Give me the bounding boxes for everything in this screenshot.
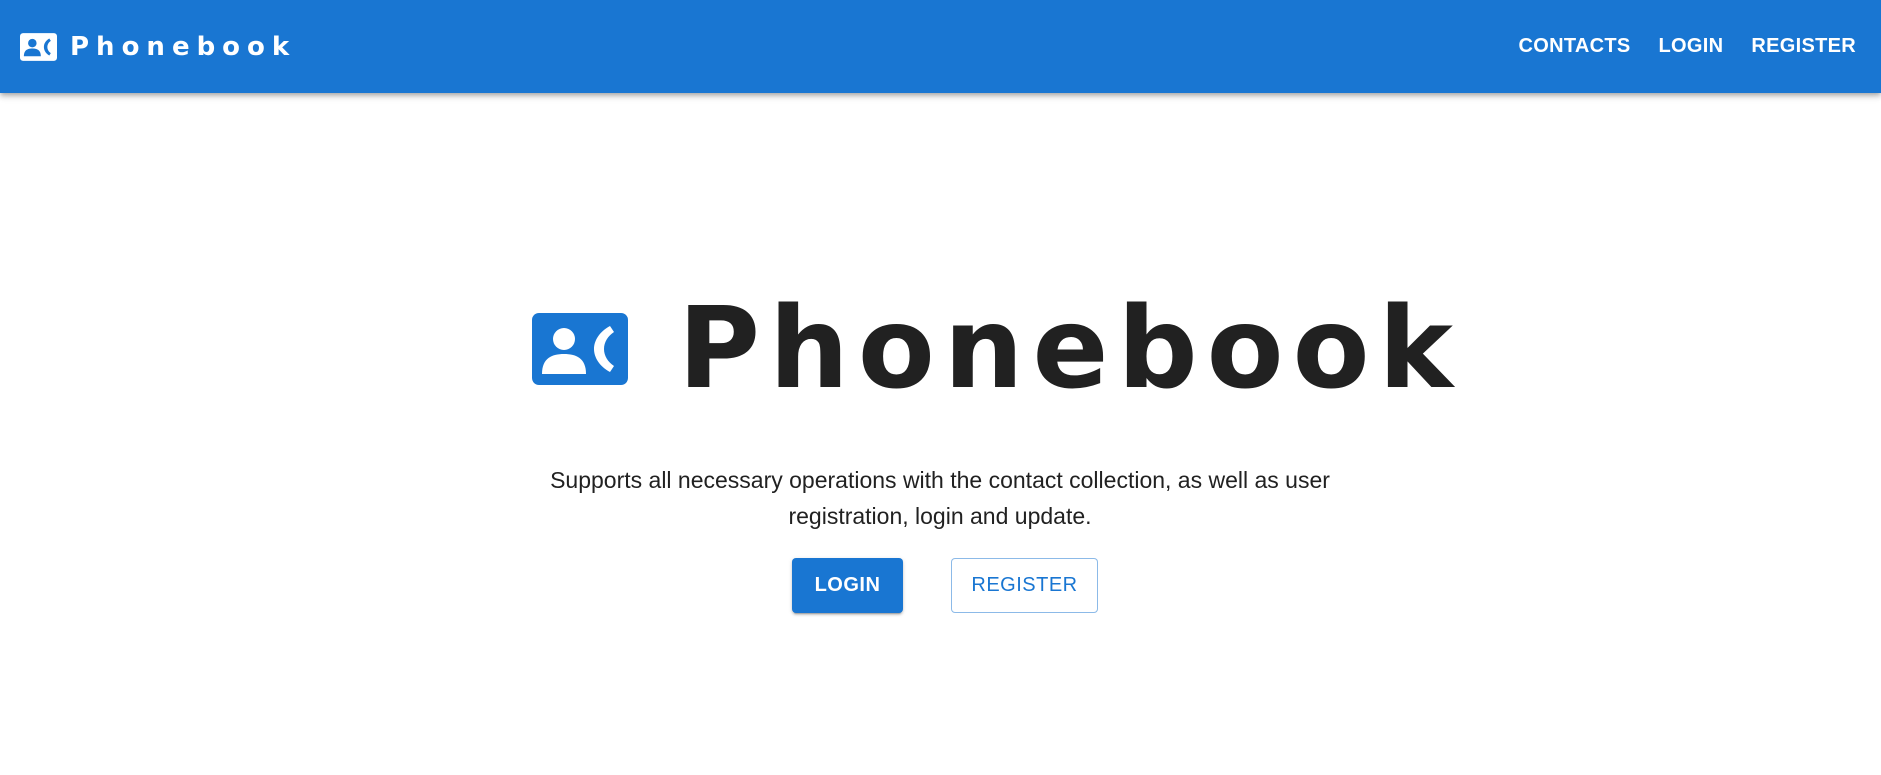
- top-nav: CONTACTS LOGIN REGISTER: [1504, 27, 1861, 66]
- nav-link-contacts[interactable]: CONTACTS: [1504, 27, 1644, 66]
- hero-section: Phonebook Supports all necessary operati…: [0, 93, 1881, 775]
- login-button[interactable]: LOGIN: [792, 558, 903, 613]
- register-button[interactable]: REGISTER: [951, 558, 1098, 613]
- hero-description: Supports all necessary operations with t…: [550, 467, 1330, 529]
- contact-phone-icon: [532, 313, 628, 385]
- nav-link-login[interactable]: LOGIN: [1645, 27, 1738, 66]
- brand-link[interactable]: Phonebook: [20, 31, 297, 62]
- app-bar: Phonebook CONTACTS LOGIN REGISTER: [0, 0, 1881, 93]
- hero-heading: Phonebook: [532, 293, 1462, 405]
- hero-title: Phonebook: [678, 284, 1463, 414]
- hero-actions: LOGIN REGISTER: [792, 558, 1098, 613]
- brand-name: Phonebook: [70, 31, 297, 62]
- contact-phone-icon: [20, 32, 57, 61]
- nav-link-register[interactable]: REGISTER: [1737, 27, 1861, 66]
